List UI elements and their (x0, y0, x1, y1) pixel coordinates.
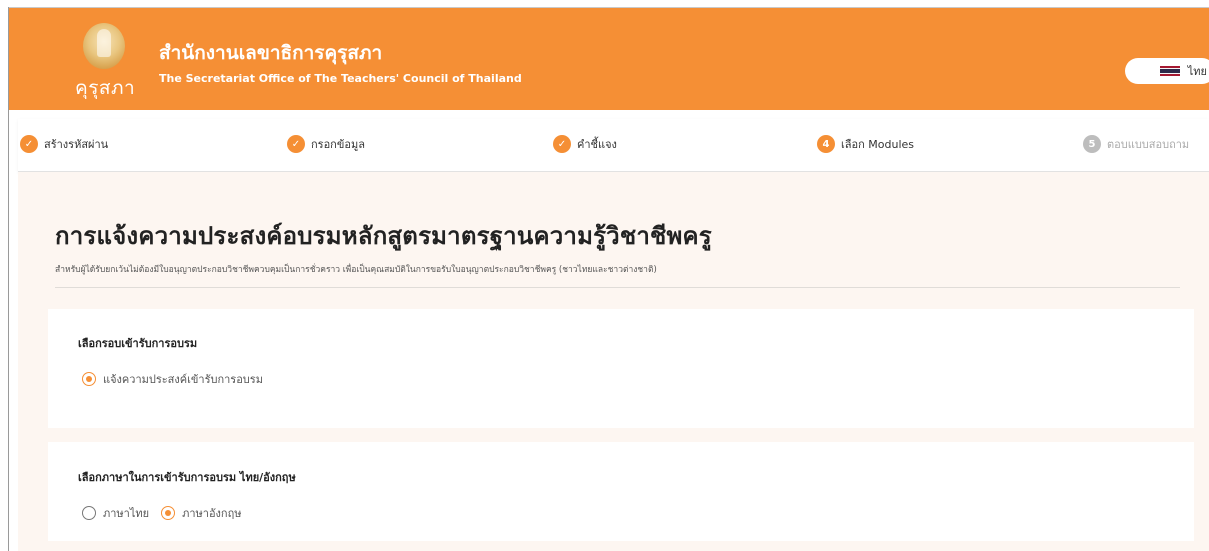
radio-label: แจ้งความประสงค์เข้ารับการอบรม (103, 373, 263, 386)
language-switcher-button[interactable]: ไทย (1125, 58, 1209, 84)
site-header: คุรุสภา สำนักงานเลขาธิการคุรุสภา The Sec… (9, 8, 1209, 110)
step-number-badge: 5 (1083, 135, 1101, 153)
org-name-english: The Secretariat Office of The Teachers' … (159, 72, 522, 85)
radio-label: ภาษาไทย (103, 507, 150, 520)
main-content: การแจ้งความประสงค์อบรมหลักสูตรมาตรฐานควา… (18, 172, 1209, 551)
training-language-section: เลือกภาษาในการเข้ารับการอบรม ไทย/อังกฤษ … (48, 442, 1194, 541)
divider (55, 287, 1180, 288)
org-name-thai: สำนักงานเลขาธิการคุรุสภา (159, 42, 383, 64)
progress-stepper: ✓ สร้างรหัสผ่าน ✓ กรอกข้อมูล ✓ คำชี้แจง … (18, 119, 1209, 172)
step-label: คำชี้แจง (577, 138, 617, 151)
language-label: ไทย (1187, 65, 1207, 78)
step-label: ตอบแบบสอบถาม (1107, 138, 1190, 151)
step-questionnaire[interactable]: 5 ตอบแบบสอบถาม (1083, 135, 1189, 153)
radio-thai[interactable]: ภาษาไทย (82, 504, 149, 522)
section-title: เลือกภาษาในการเข้ารับการอบรม ไทย/อังกฤษ (78, 471, 296, 484)
check-icon: ✓ (20, 135, 38, 153)
thai-flag-icon (1159, 66, 1180, 77)
check-icon: ✓ (287, 135, 305, 153)
section-title: เลือกรอบเข้ารับการอบรม (78, 337, 198, 350)
radio-register-intent[interactable]: แจ้งความประสงค์เข้ารับการอบรม (82, 370, 263, 388)
step-explanation[interactable]: ✓ คำชี้แจง (553, 135, 617, 153)
logo-text: คุรุสภา (75, 77, 136, 99)
step-label: เลือก Modules (841, 138, 914, 151)
step-number-badge: 4 (817, 135, 835, 153)
step-fill-info[interactable]: ✓ กรอกข้อมูล (287, 135, 365, 153)
radio-group: ภาษาไทย ภาษาอังกฤษ (82, 504, 246, 522)
page-title: การแจ้งความประสงค์อบรมหลักสูตรมาตรฐานควา… (55, 222, 712, 250)
seal-icon (83, 23, 125, 69)
training-round-section: เลือกรอบเข้ารับการอบรม แจ้งความประสงค์เข… (48, 309, 1194, 428)
radio-group: แจ้งความประสงค์เข้ารับการอบรม (82, 370, 267, 388)
step-select-modules[interactable]: 4 เลือก Modules (817, 135, 914, 153)
radio-unchecked-icon[interactable] (82, 506, 96, 520)
org-logo[interactable]: คุรุสภา (75, 23, 135, 105)
page-subtitle: สำหรับผู้ได้รับยกเว้นไม่ต้องมีใบอนุญาตปร… (55, 265, 657, 275)
radio-label: ภาษาอังกฤษ (182, 507, 242, 520)
step-label: สร้างรหัสผ่าน (44, 138, 109, 151)
step-label: กรอกข้อมูล (311, 138, 365, 151)
check-icon: ✓ (553, 135, 571, 153)
step-create-password[interactable]: ✓ สร้างรหัสผ่าน (20, 135, 108, 153)
radio-checked-icon[interactable] (82, 372, 96, 386)
radio-checked-icon[interactable] (161, 506, 176, 520)
radio-english[interactable]: ภาษาอังกฤษ (161, 504, 242, 522)
